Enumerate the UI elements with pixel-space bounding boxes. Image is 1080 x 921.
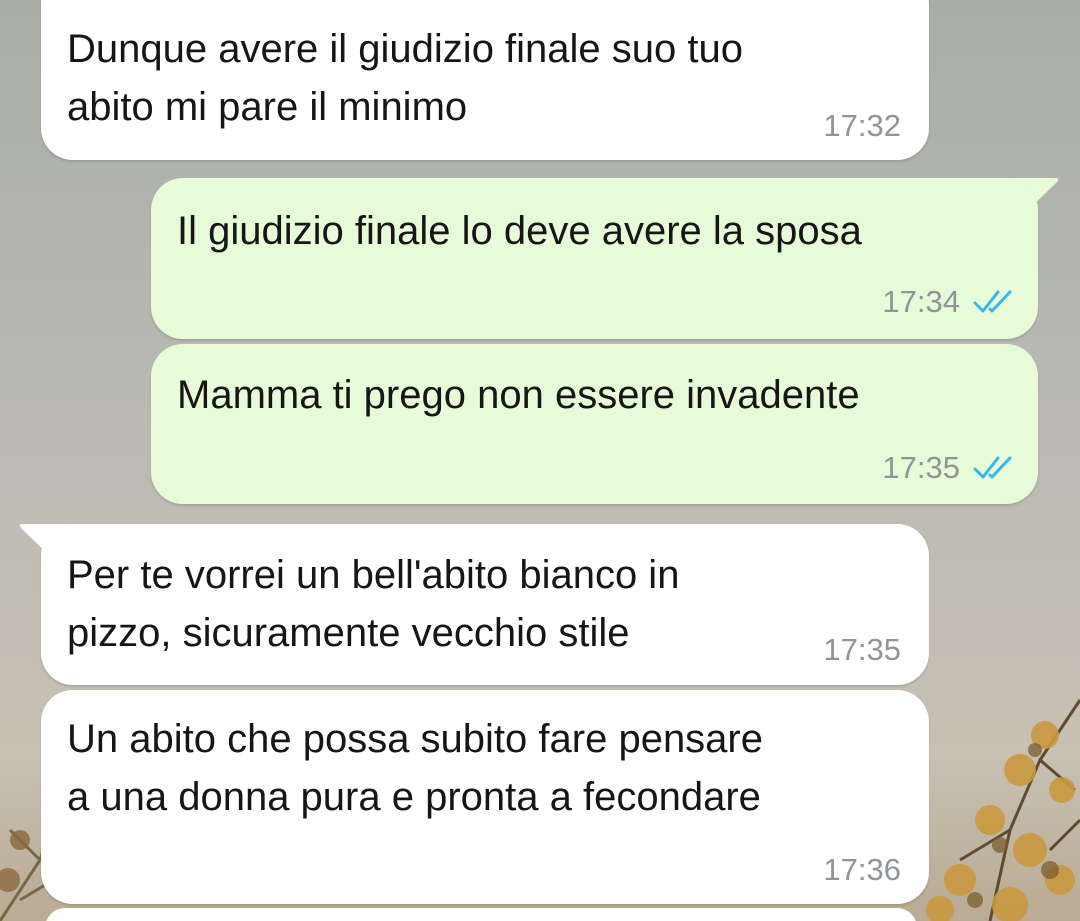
message-meta: 17:34: [882, 284, 1016, 320]
message-text-line: Mamma ti prego non essere invadente: [177, 373, 860, 417]
incoming-message-bubble[interactable]: Un abito che possa subito fare pensare a…: [41, 690, 929, 904]
message-text-line: pizzo, sicuramente vecchio stile: [67, 611, 630, 655]
double-check-read-icon: [973, 456, 1012, 479]
message-meta: 17:35: [882, 450, 1016, 486]
incoming-message-bubble-partial[interactable]: [45, 908, 917, 921]
incoming-message-bubble[interactable]: Per te vorrei un bell'abito bianco in pi…: [41, 524, 929, 685]
message-meta: 17:35: [823, 632, 901, 668]
outgoing-message-bubble[interactable]: Mamma ti prego non essere invadente 17:3…: [151, 344, 1038, 504]
outgoing-message-bubble[interactable]: Il giudizio finale lo deve avere la spos…: [151, 178, 1038, 339]
message-meta: 17:36: [823, 852, 901, 888]
message-timestamp: 17:34: [882, 284, 960, 319]
message-text-line: abito mi pare il minimo: [67, 85, 468, 129]
incoming-message-bubble[interactable]: Dunque avere il giudizio finale suo tuo …: [41, 0, 929, 160]
message-timestamp: 17:32: [823, 108, 901, 143]
message-text-line: a una donna pura e pronta a fecondare: [67, 775, 761, 819]
message-timestamp: 17:35: [823, 632, 901, 667]
message-timestamp: 17:36: [823, 852, 901, 887]
message-timestamp: 17:35: [882, 450, 960, 485]
message-text-line: Dunque avere il giudizio finale suo tuo: [67, 27, 743, 71]
chat-message-list[interactable]: Dunque avere il giudizio finale suo tuo …: [0, 0, 1080, 921]
message-text-line: Un abito che possa subito fare pensare: [67, 717, 763, 761]
message-text-line: Per te vorrei un bell'abito bianco in: [67, 553, 680, 597]
double-check-read-icon: [973, 290, 1012, 313]
message-meta: 17:32: [823, 108, 901, 144]
message-text-line: Il giudizio finale lo deve avere la spos…: [177, 209, 862, 253]
